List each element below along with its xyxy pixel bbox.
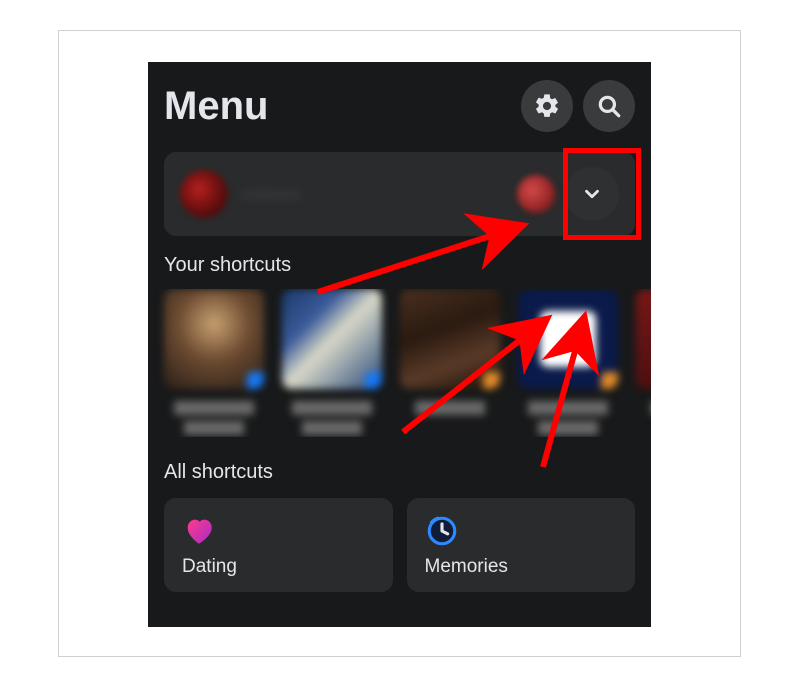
shortcut-item[interactable] [518,289,618,437]
shortcut-thumbnail [400,289,500,389]
search-button[interactable] [583,80,635,132]
your-shortcuts-row [148,289,651,437]
all-shortcuts-row: Dating Memories [148,498,651,592]
shortcut-item[interactable] [400,289,500,437]
shortcut-thumbnail [164,289,264,389]
shortcut-label [518,401,618,437]
page-title: Menu [164,84,511,129]
avatar [180,170,228,218]
clock-icon [425,514,459,548]
tile-memories[interactable]: Memories [407,498,636,592]
search-icon [596,93,622,119]
shortcut-thumbnail [518,289,618,389]
gear-icon [533,92,561,120]
shortcut-item[interactable] [636,289,651,437]
settings-button[interactable] [521,80,573,132]
menu-header: Menu [148,62,651,152]
shortcut-label [164,401,264,437]
shortcut-thumbnail [636,289,651,389]
heart-icon [182,514,216,548]
shortcut-item[interactable] [282,289,382,437]
expand-profiles-button[interactable] [565,167,619,221]
shortcut-label [400,401,500,437]
chevron-down-icon [581,183,603,205]
tile-label: Dating [182,556,375,578]
your-shortcuts-heading: Your shortcuts [148,254,651,289]
tile-label: Memories [425,556,618,578]
shortcut-thumbnail [282,289,382,389]
menu-screen: Menu ········ Your shortcuts [148,62,651,627]
secondary-avatar [517,175,555,213]
all-shortcuts-heading: All shortcuts [148,437,651,498]
profile-name: ········ [242,181,517,207]
tile-dating[interactable]: Dating [164,498,393,592]
shortcut-item[interactable] [164,289,264,437]
shortcut-label [282,401,382,437]
profile-switcher-card[interactable]: ········ [164,152,635,236]
shortcut-label [636,401,651,437]
